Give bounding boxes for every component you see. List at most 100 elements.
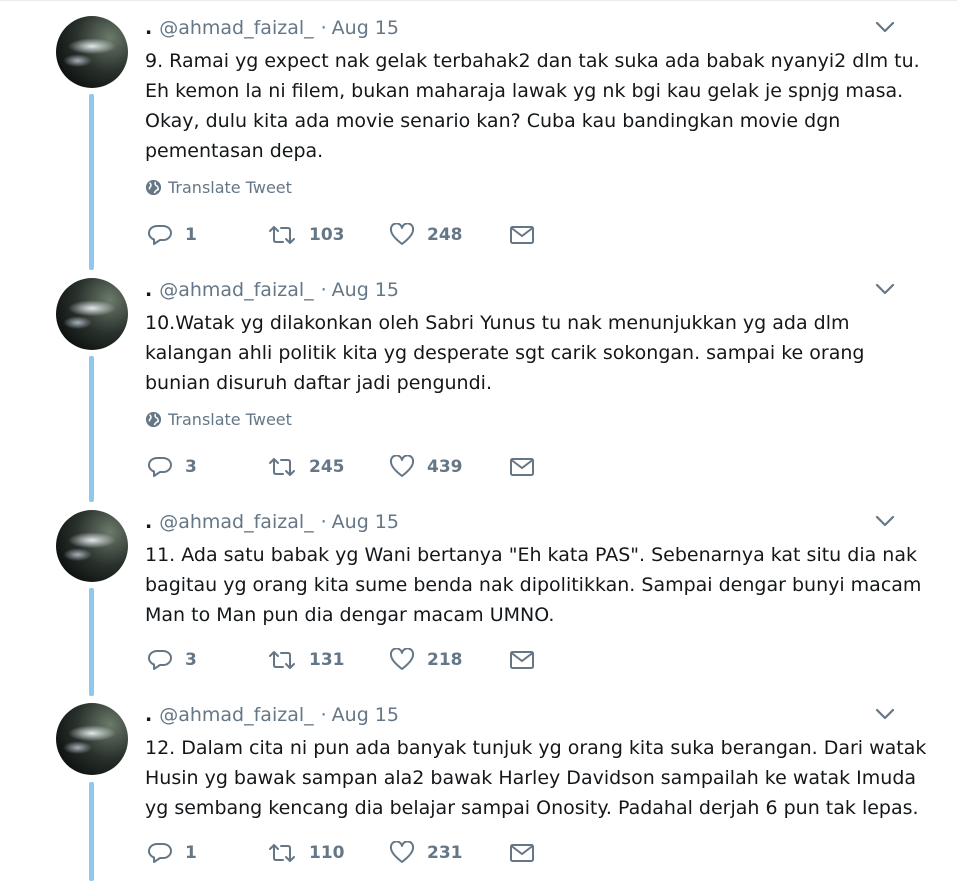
translate-tweet-link[interactable]: Translate Tweet [145, 408, 292, 430]
reply-count: 3 [185, 457, 197, 477]
tweet[interactable]: . @ahmad_faizal_ · Aug 15 11. Ada satu b… [0, 510, 957, 690]
reply-button[interactable]: 3 [147, 646, 197, 674]
direct-message-button[interactable] [509, 221, 535, 249]
like-button[interactable]: 218 [389, 646, 463, 674]
retweet-button[interactable]: 103 [267, 221, 345, 249]
avatar[interactable] [56, 703, 128, 775]
reply-count: 1 [185, 843, 197, 863]
separator: · [320, 17, 327, 39]
retweet-icon [269, 458, 295, 476]
reply-count: 3 [185, 650, 197, 670]
tweet-actions: 1 103 248 [145, 221, 645, 249]
tweet-header: . @ahmad_faizal_ · Aug 15 [145, 16, 399, 40]
tweet-text-line: Husin yg bawak sampan ala2 bawak Harley … [145, 767, 917, 789]
tweet-header: . @ahmad_faizal_ · Aug 15 [145, 278, 399, 302]
tweet-text: 12. Dalam cita ni pun ada banyak tunjuk … [145, 733, 935, 823]
retweet-icon [269, 844, 295, 862]
tweet[interactable]: . @ahmad_faizal_ · Aug 15 9. Ramai yg ex… [0, 16, 957, 266]
like-button[interactable]: 248 [389, 221, 463, 249]
like-count: 439 [427, 457, 463, 477]
tweet-header: . @ahmad_faizal_ · Aug 15 [145, 703, 399, 727]
timestamp[interactable]: Aug 15 [332, 511, 399, 533]
tweet-text-line: pementasan depa. [145, 140, 324, 162]
tweet-text-line: bunian disuruh daftar jadi pengundi. [145, 372, 492, 394]
display-name[interactable]: . [145, 704, 152, 726]
reply-icon [147, 649, 172, 670]
reply-button[interactable]: 3 [147, 453, 197, 481]
tweet-text-line: Okay, dulu kita ada movie senario kan? C… [145, 110, 841, 132]
translate-label: Translate Tweet [168, 177, 292, 197]
tweet-header: . @ahmad_faizal_ · Aug 15 [145, 510, 399, 534]
envelope-icon [510, 844, 534, 862]
handle[interactable]: @ahmad_faizal_ [159, 704, 313, 726]
like-button[interactable]: 231 [389, 839, 463, 867]
chevron-down-icon[interactable] [874, 280, 896, 298]
envelope-icon [510, 651, 534, 669]
globe-icon [145, 411, 162, 427]
avatar[interactable] [56, 278, 128, 350]
retweet-button[interactable]: 245 [267, 453, 345, 481]
display-name[interactable]: . [145, 17, 152, 39]
like-count: 231 [427, 843, 463, 863]
retweet-button[interactable]: 131 [267, 646, 345, 674]
translate-label: Translate Tweet [168, 409, 292, 429]
direct-message-button[interactable] [509, 839, 535, 867]
tweet-text-line: 11. Ada satu babak yg Wani bertanya "Eh … [145, 544, 917, 566]
envelope-icon [510, 226, 534, 244]
reply-icon [147, 224, 172, 245]
display-name[interactable]: . [145, 511, 152, 533]
reply-button[interactable]: 1 [147, 839, 197, 867]
tweet-actions: 1 110 231 [145, 839, 645, 867]
handle[interactable]: @ahmad_faizal_ [159, 279, 313, 301]
retweet-count: 110 [309, 843, 345, 863]
retweet-button[interactable]: 110 [267, 839, 345, 867]
tweet-text-line: kalangan ahli politik kita yg desperate … [145, 342, 865, 364]
handle[interactable]: @ahmad_faizal_ [159, 511, 313, 533]
direct-message-button[interactable] [509, 646, 535, 674]
direct-message-button[interactable] [509, 453, 535, 481]
avatar[interactable] [56, 16, 128, 88]
heart-icon [389, 223, 415, 245]
avatar[interactable] [56, 510, 128, 582]
top-divider [0, 0, 957, 1]
chevron-down-icon[interactable] [874, 512, 896, 530]
globe-icon [145, 179, 162, 195]
tweet-text-line: Eh kemon la ni filem, bukan maharaja law… [145, 80, 904, 102]
chevron-down-icon[interactable] [874, 705, 896, 723]
timestamp[interactable]: Aug 15 [332, 279, 399, 301]
envelope-icon [510, 458, 534, 476]
tweet-text-line: bagitau yg orang kita sume benda nak dip… [145, 574, 922, 596]
handle[interactable]: @ahmad_faizal_ [159, 17, 313, 39]
separator: · [320, 279, 327, 301]
reply-count: 1 [185, 225, 197, 245]
heart-icon [389, 841, 415, 863]
like-button[interactable]: 439 [389, 453, 463, 481]
timestamp[interactable]: Aug 15 [332, 17, 399, 39]
reply-icon [147, 842, 172, 863]
tweet-text: 11. Ada satu babak yg Wani bertanya "Eh … [145, 540, 935, 630]
like-count: 218 [427, 650, 463, 670]
tweet-text: 9. Ramai yg expect nak gelak terbahak2 d… [145, 46, 935, 166]
tweet-text-line: 9. Ramai yg expect nak gelak terbahak2 d… [145, 50, 920, 72]
separator: · [320, 704, 327, 726]
display-name[interactable]: . [145, 279, 152, 301]
tweet-text-line: 10.Watak yg dilakonkan oleh Sabri Yunus … [145, 312, 850, 334]
tweet-text-line: yg sembang kencang dia belajar sampai On… [145, 797, 919, 819]
retweet-count: 103 [309, 225, 345, 245]
retweet-count: 131 [309, 650, 345, 670]
tweet-actions: 3 131 218 [145, 646, 645, 674]
reply-icon [147, 456, 172, 477]
reply-button[interactable]: 1 [147, 221, 197, 249]
tweet-text-line: Man to Man pun dia dengar macam UMNO. [145, 604, 555, 626]
translate-tweet-link[interactable]: Translate Tweet [145, 176, 292, 198]
tweet-text-line: 12. Dalam cita ni pun ada banyak tunjuk … [145, 737, 927, 759]
like-count: 248 [427, 225, 463, 245]
heart-icon [389, 455, 415, 477]
tweet[interactable]: . @ahmad_faizal_ · Aug 15 12. Dalam cita… [0, 703, 957, 881]
chevron-down-icon[interactable] [874, 18, 896, 36]
timestamp[interactable]: Aug 15 [332, 704, 399, 726]
retweet-count: 245 [309, 457, 345, 477]
separator: · [320, 511, 327, 533]
tweet-actions: 3 245 439 [145, 453, 645, 481]
tweet[interactable]: . @ahmad_faizal_ · Aug 15 10.Watak yg di… [0, 278, 957, 498]
